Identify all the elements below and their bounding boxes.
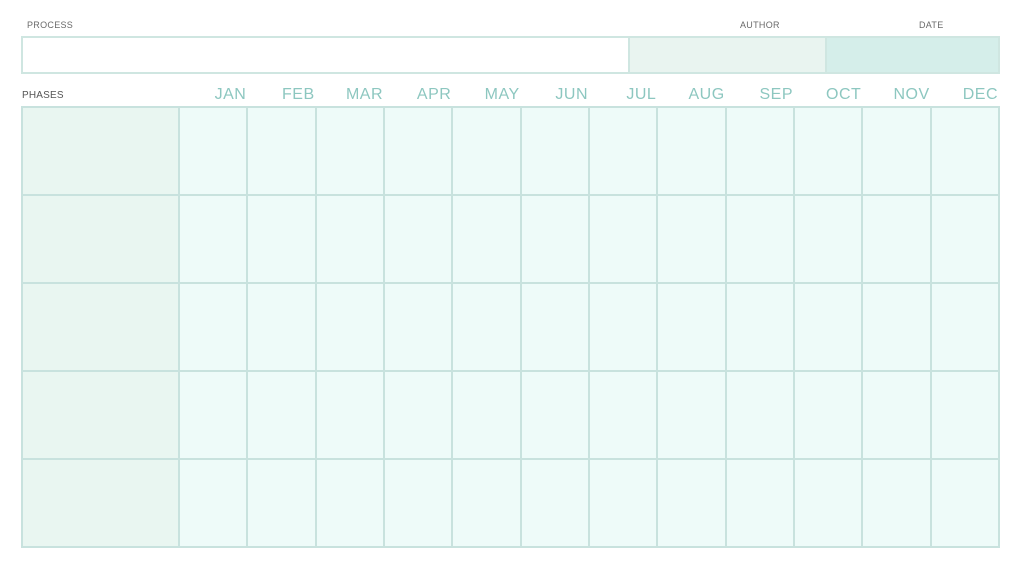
month-cell-apr[interactable] [385, 460, 452, 546]
phase-cell[interactable] [23, 284, 178, 370]
month-mar: MAR [345, 86, 383, 103]
month-cell-mar[interactable] [316, 284, 383, 370]
month-dec: DEC [962, 86, 998, 103]
phase-cell[interactable] [23, 372, 178, 458]
month-cell-sep[interactable] [726, 284, 793, 370]
month-cell-jul[interactable] [590, 108, 657, 194]
month-cell-dec[interactable] [931, 196, 998, 282]
month-cell-nov[interactable] [863, 108, 930, 194]
month-cell-oct[interactable] [795, 372, 862, 458]
month-aug: AUG [688, 86, 725, 103]
month-cell-oct[interactable] [795, 284, 862, 370]
month-cell-feb[interactable] [248, 284, 315, 370]
month-oct: OCT [826, 86, 862, 103]
month-cell-jul[interactable] [590, 372, 657, 458]
month-cell-mar[interactable] [316, 460, 383, 546]
header-fields [21, 36, 1000, 74]
month-nov: NOV [893, 86, 930, 103]
month-cell-mar[interactable] [316, 196, 383, 282]
month-cell-jun[interactable] [521, 460, 588, 546]
month-cell-jul[interactable] [590, 196, 657, 282]
month-cell-nov[interactable] [863, 460, 930, 546]
month-cell-jun[interactable] [521, 196, 588, 282]
month-cell-sep[interactable] [726, 372, 793, 458]
month-cell-aug[interactable] [658, 372, 725, 458]
month-cell-may[interactable] [453, 284, 520, 370]
phase-cell[interactable] [23, 108, 178, 194]
phase-cell[interactable] [23, 196, 178, 282]
month-cell-mar[interactable] [316, 372, 383, 458]
month-cell-jul[interactable] [590, 284, 657, 370]
process-label: PROCESS [27, 20, 74, 30]
month-cell-aug[interactable] [658, 284, 725, 370]
month-cell-feb[interactable] [248, 196, 315, 282]
month-cell-may[interactable] [453, 460, 520, 546]
month-cell-feb[interactable] [248, 460, 315, 546]
month-cell-dec[interactable] [931, 284, 998, 370]
month-cell-may[interactable] [453, 196, 520, 282]
month-cell-jan[interactable] [180, 284, 247, 370]
phase-cell[interactable] [23, 460, 178, 546]
month-cell-jun[interactable] [521, 108, 588, 194]
month-cell-apr[interactable] [385, 196, 452, 282]
month-cell-nov[interactable] [863, 196, 930, 282]
date-label: DATE [919, 20, 944, 30]
timeline-grid [21, 106, 1000, 548]
month-cell-oct[interactable] [795, 108, 862, 194]
month-cell-jun[interactable] [521, 284, 588, 370]
phases-label: PHASES [22, 90, 64, 101]
month-cell-sep[interactable] [726, 108, 793, 194]
month-sep: SEP [759, 86, 793, 103]
month-jan: JAN [214, 86, 247, 103]
month-cell-jan[interactable] [180, 460, 247, 546]
author-label: AUTHOR [740, 20, 780, 30]
month-cell-oct[interactable] [795, 460, 862, 546]
month-cell-apr[interactable] [385, 372, 452, 458]
month-cell-aug[interactable] [658, 460, 725, 546]
month-cell-nov[interactable] [863, 372, 930, 458]
month-cell-nov[interactable] [863, 284, 930, 370]
month-cell-aug[interactable] [658, 196, 725, 282]
month-cell-jan[interactable] [180, 196, 247, 282]
month-cell-aug[interactable] [658, 108, 725, 194]
author-input[interactable] [630, 38, 827, 72]
month-cell-oct[interactable] [795, 196, 862, 282]
month-cell-jan[interactable] [180, 372, 247, 458]
process-input[interactable] [23, 38, 631, 72]
month-cell-apr[interactable] [385, 108, 452, 194]
month-cell-feb[interactable] [248, 372, 315, 458]
month-jun: JUN [555, 86, 588, 103]
month-cell-may[interactable] [453, 372, 520, 458]
date-input[interactable] [827, 38, 998, 72]
timeline-template: PROCESS AUTHOR DATE PHASES JAN FEB MAR APR M… [0, 0, 1024, 576]
month-cell-sep[interactable] [726, 196, 793, 282]
month-cell-dec[interactable] [931, 372, 998, 458]
month-cell-apr[interactable] [385, 284, 452, 370]
month-cell-dec[interactable] [931, 460, 998, 546]
month-cell-jul[interactable] [590, 460, 657, 546]
month-may: MAY [484, 86, 520, 103]
month-apr: APR [416, 86, 452, 103]
month-cell-dec[interactable] [931, 108, 998, 194]
month-cell-jun[interactable] [521, 372, 588, 458]
month-cell-mar[interactable] [316, 108, 383, 194]
month-cell-jan[interactable] [180, 108, 247, 194]
month-feb: FEB [282, 86, 315, 103]
month-cell-feb[interactable] [248, 108, 315, 194]
month-jul: JUL [626, 86, 657, 103]
month-cell-sep[interactable] [726, 460, 793, 546]
month-cell-may[interactable] [453, 108, 520, 194]
